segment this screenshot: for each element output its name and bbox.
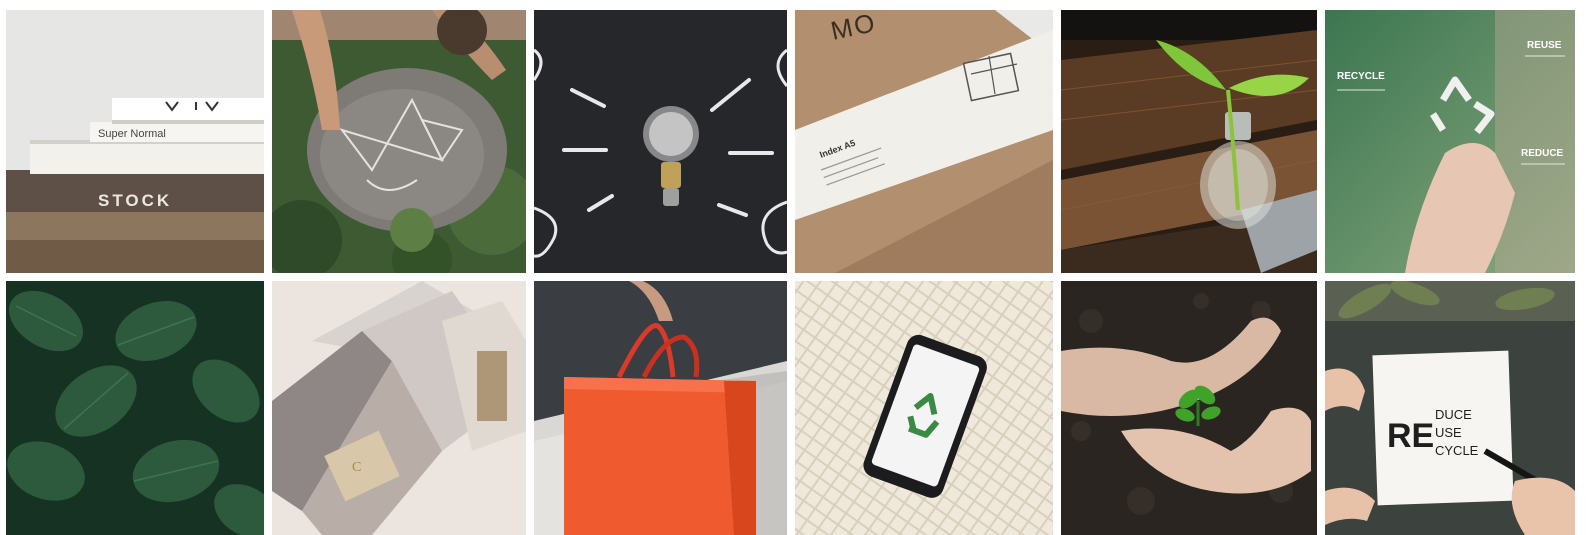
reduce-label-text: REDUCE (1521, 148, 1564, 159)
books-stack-image: Super Normal STOCK (6, 10, 264, 273)
note-re-text: RE (1387, 417, 1434, 455)
red-shopping-bag-image (534, 281, 787, 535)
gallery-image-child-chalk-drawing[interactable] (272, 10, 526, 273)
gallery-image-green-leaves[interactable] (6, 281, 264, 535)
gallery-image-red-shopping-bag[interactable] (534, 281, 787, 535)
handwritten-note-image: RE DUCE USE CYCLE (1325, 281, 1575, 535)
gallery-image-lightbulb-chalkboard[interactable] (534, 10, 787, 273)
gallery-image-hands-seedling[interactable] (1061, 281, 1317, 535)
svg-text:C: C (352, 460, 361, 475)
gallery-image-packaging-boxes[interactable]: C (272, 281, 526, 535)
lightbulb-chalkboard-image (534, 10, 787, 273)
reuse-label-text: REUSE (1527, 40, 1562, 51)
gallery-image-recycle-touch[interactable]: RECYCLE REUSE REDUCE (1325, 10, 1575, 273)
gallery-image-handwritten-note[interactable]: RE DUCE USE CYCLE (1325, 281, 1575, 535)
packaging-boxes-image: C (272, 281, 526, 535)
gallery-image-plant-in-bulb[interactable] (1061, 10, 1317, 273)
note-cycle-text: CYCLE (1435, 443, 1479, 458)
gallery-image-books-stack[interactable]: Super Normal STOCK (6, 10, 264, 273)
green-leaves-image (6, 281, 264, 535)
kraft-notebook-image: MO Index A5 (795, 10, 1053, 273)
phone-mesh-bag-image (795, 281, 1053, 535)
image-gallery-grid: Super Normal STOCK MO Index A5 RECYCLE R… (6, 10, 1587, 535)
plant-in-bulb-image (1061, 10, 1317, 273)
gallery-image-kraft-notebook[interactable]: MO Index A5 (795, 10, 1053, 273)
hands-seedling-image (1061, 281, 1317, 535)
gallery-image-phone-mesh-bag[interactable] (795, 281, 1053, 535)
note-use-text: USE (1435, 425, 1462, 440)
note-duce-text: DUCE (1435, 407, 1472, 422)
recycle-label-text: RECYCLE (1337, 71, 1385, 82)
recycle-touch-image: RECYCLE REUSE REDUCE (1325, 10, 1575, 273)
child-chalk-image (272, 10, 526, 273)
book-spine-text: STOCK (98, 191, 172, 210)
book-title-text: Super Normal (98, 128, 166, 140)
